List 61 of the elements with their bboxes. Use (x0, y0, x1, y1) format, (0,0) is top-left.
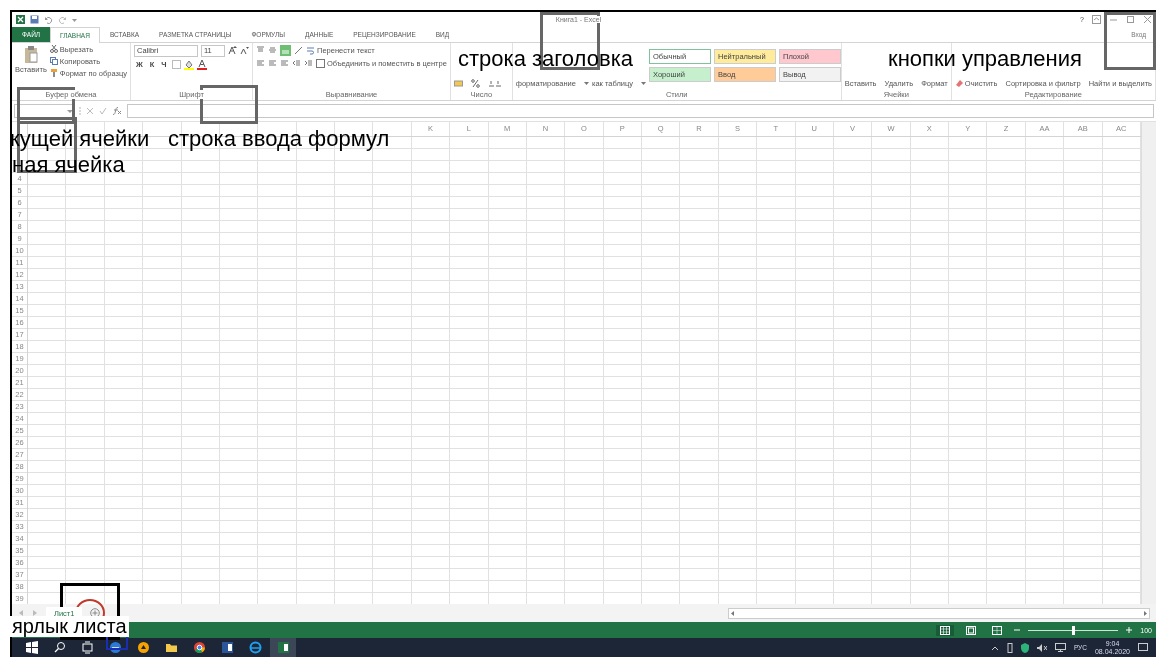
ribbon-options-icon[interactable] (1092, 14, 1101, 24)
annotation-label: строка ввода формул (168, 127, 390, 151)
caret-icon (67, 108, 73, 115)
normal-view-icon (940, 625, 951, 635)
taskbar-button[interactable] (270, 638, 296, 657)
percent-icon[interactable] (470, 78, 480, 88)
highlight-frame (1104, 12, 1156, 70)
zoom-in-icon[interactable] (1126, 627, 1133, 634)
view-button[interactable] (936, 624, 955, 636)
network-icon[interactable] (1054, 643, 1066, 652)
name-box[interactable] (14, 104, 74, 119)
horizontal-scrollbar[interactable] (728, 607, 1150, 619)
pagebreak-view-icon (992, 625, 1003, 635)
scroll-left-icon (729, 609, 736, 617)
undo-icon[interactable] (44, 14, 53, 24)
device-icon[interactable] (1006, 642, 1013, 653)
spreadsheet-app-icon (276, 641, 290, 654)
add-sheet-icon[interactable] (90, 608, 101, 619)
scroll-right-icon (1142, 609, 1149, 617)
orientation-icon[interactable] (294, 45, 303, 55)
volume-icon[interactable] (1036, 643, 1047, 652)
caret-icon (583, 80, 589, 86)
annotation-label: кнопки управления (888, 47, 1082, 71)
vertical-scrollbar[interactable] (1141, 122, 1156, 605)
app-icon (136, 641, 150, 654)
maximize-icon[interactable] (1126, 14, 1135, 24)
document-app-icon (220, 641, 234, 654)
fill-color-icon[interactable] (183, 59, 194, 70)
decrease-indent-icon[interactable] (292, 58, 301, 68)
caret-icon (641, 80, 646, 86)
eraser-icon (954, 79, 963, 88)
brush-icon (49, 69, 58, 78)
folder-icon (164, 641, 178, 654)
grow-font-icon[interactable] (228, 46, 237, 56)
annotation-label: ярлык листа (10, 616, 129, 637)
font-color-icon[interactable] (196, 59, 207, 70)
check-icon[interactable] (99, 107, 107, 116)
task-view-icon (80, 641, 94, 654)
scissors-icon (49, 45, 58, 54)
save-icon[interactable] (30, 14, 39, 24)
excel-logo-icon (16, 14, 25, 24)
layout-view-icon (966, 625, 977, 635)
windows-logo-icon (24, 641, 38, 654)
shield-icon[interactable] (1020, 642, 1029, 653)
copy-icon (49, 57, 58, 66)
merge-cells-icon (316, 58, 325, 68)
notifications-icon[interactable] (1138, 643, 1148, 652)
browser-icon (192, 641, 206, 654)
zoom-out-icon[interactable] (1014, 627, 1021, 634)
accounting-format-icon[interactable] (453, 78, 463, 88)
wrap-text-icon (306, 45, 315, 55)
search-icon (52, 641, 66, 654)
close-icon[interactable] (1143, 14, 1152, 24)
increase-indent-icon[interactable] (304, 58, 313, 68)
formula-input-field[interactable] (127, 104, 1154, 119)
chevron-up-icon[interactable] (990, 644, 999, 651)
shrink-font-icon[interactable] (240, 46, 249, 56)
insert-function-icon[interactable] (112, 107, 122, 116)
browser-icon (248, 641, 262, 654)
zoom-slider-thumb[interactable] (1072, 625, 1076, 635)
browser-icon (108, 641, 122, 654)
